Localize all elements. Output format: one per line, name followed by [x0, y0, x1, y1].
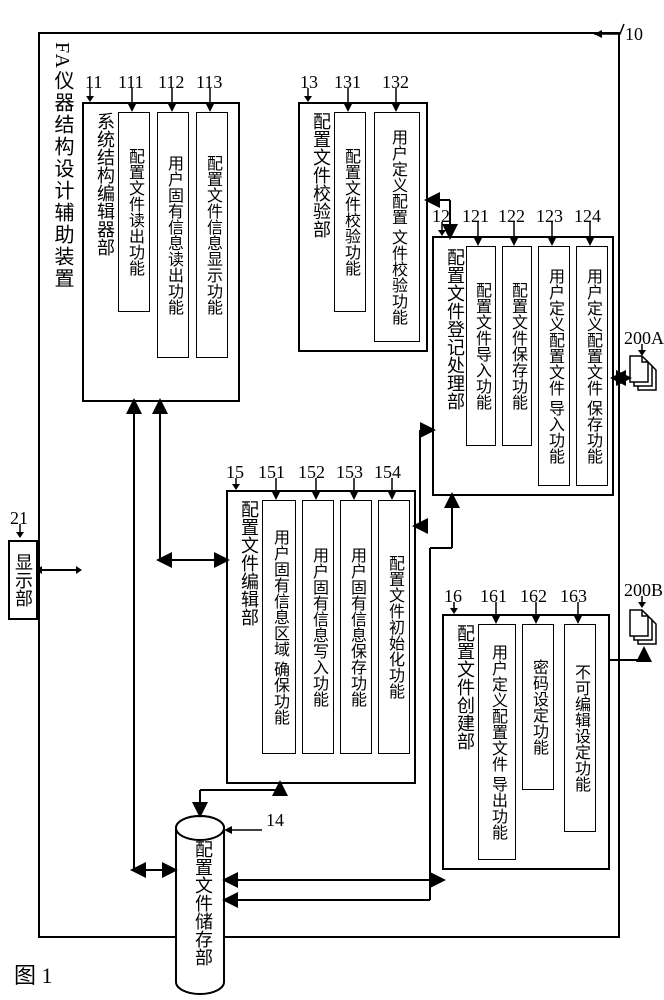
func-113: 配置文件信息显示功能: [196, 112, 228, 358]
module-16-title: 配置文件创建部: [452, 624, 478, 750]
func-123: 用户定义配置文件 导入功能: [538, 246, 570, 486]
external-docs-a: [626, 356, 660, 400]
ref-151-arrow: [270, 478, 288, 502]
func-161: 用户定义配置文件 导出功能: [478, 624, 516, 860]
display-label: 显示部: [10, 553, 36, 607]
ref-121-arrow: [472, 222, 490, 248]
func-132: 用户定义配置 文件校验功能: [374, 112, 420, 342]
func-153: 用户固有信息保存功能: [340, 500, 372, 754]
func-163: 不可编辑设定功能: [564, 624, 596, 832]
ref-112-arrow: [166, 88, 184, 114]
ref-14: 14: [266, 810, 284, 831]
ref-16-arrow: [448, 602, 466, 616]
ref-154-arrow: [386, 478, 404, 502]
func-121: 配置文件导入功能: [466, 246, 496, 446]
func-124: 用户定义配置文件 保存功能: [576, 246, 608, 486]
ref-123-arrow: [546, 222, 564, 248]
func-152: 用户固有信息写入功能: [302, 500, 334, 754]
func-151: 用户固有信息区域 确保功能: [262, 500, 296, 754]
func-112: 用户固有信息读出功能: [157, 112, 189, 358]
func-111: 配置文件读出功能: [118, 112, 150, 312]
func-131: 配置文件校验功能: [334, 112, 366, 312]
module-15-title: 配置文件编辑部: [236, 500, 262, 626]
ref-200a-arrow: [636, 344, 650, 360]
display-box: 显示部: [8, 540, 38, 620]
module-12-title: 配置文件登记处理部: [442, 248, 468, 410]
ref-113-arrow: [204, 88, 222, 114]
ref-10-arrow: [594, 20, 628, 40]
conn-display-to-11: [36, 560, 84, 582]
ref-111-arrow: [126, 88, 144, 114]
figure-label: 图 1: [14, 958, 53, 990]
ref-200b-arrow: [636, 596, 650, 612]
ref-14-arrow: [222, 820, 268, 842]
module-11-title: 系统结构编辑器部: [92, 112, 118, 256]
ref-163-arrow: [572, 602, 590, 626]
ref-124-arrow: [584, 222, 602, 248]
ref-21-arrow: [14, 524, 32, 542]
ref-161-arrow: [490, 602, 508, 626]
ref-162-arrow: [530, 602, 548, 626]
ref-152-arrow: [310, 478, 328, 502]
func-122: 配置文件保存功能: [502, 246, 532, 446]
storage-label: 配置文件储存部: [190, 840, 216, 966]
ref-11-arrow: [84, 88, 102, 104]
ref-131-arrow: [342, 88, 360, 114]
ref-122-arrow: [508, 222, 526, 248]
func-162: 密码设定功能: [522, 624, 554, 790]
ref-13-arrow: [302, 88, 320, 104]
ref-12-arrow: [436, 222, 454, 238]
module-13-title: 配置文件校验部: [308, 112, 334, 238]
ref-153-arrow: [348, 478, 366, 502]
ref-132-arrow: [390, 88, 408, 114]
external-docs-b: [626, 610, 660, 654]
func-154: 配置文件初始化功能: [378, 500, 410, 754]
ref-15-arrow: [230, 478, 248, 492]
device-title: FA仪器结构设计辅助装置: [48, 42, 77, 290]
